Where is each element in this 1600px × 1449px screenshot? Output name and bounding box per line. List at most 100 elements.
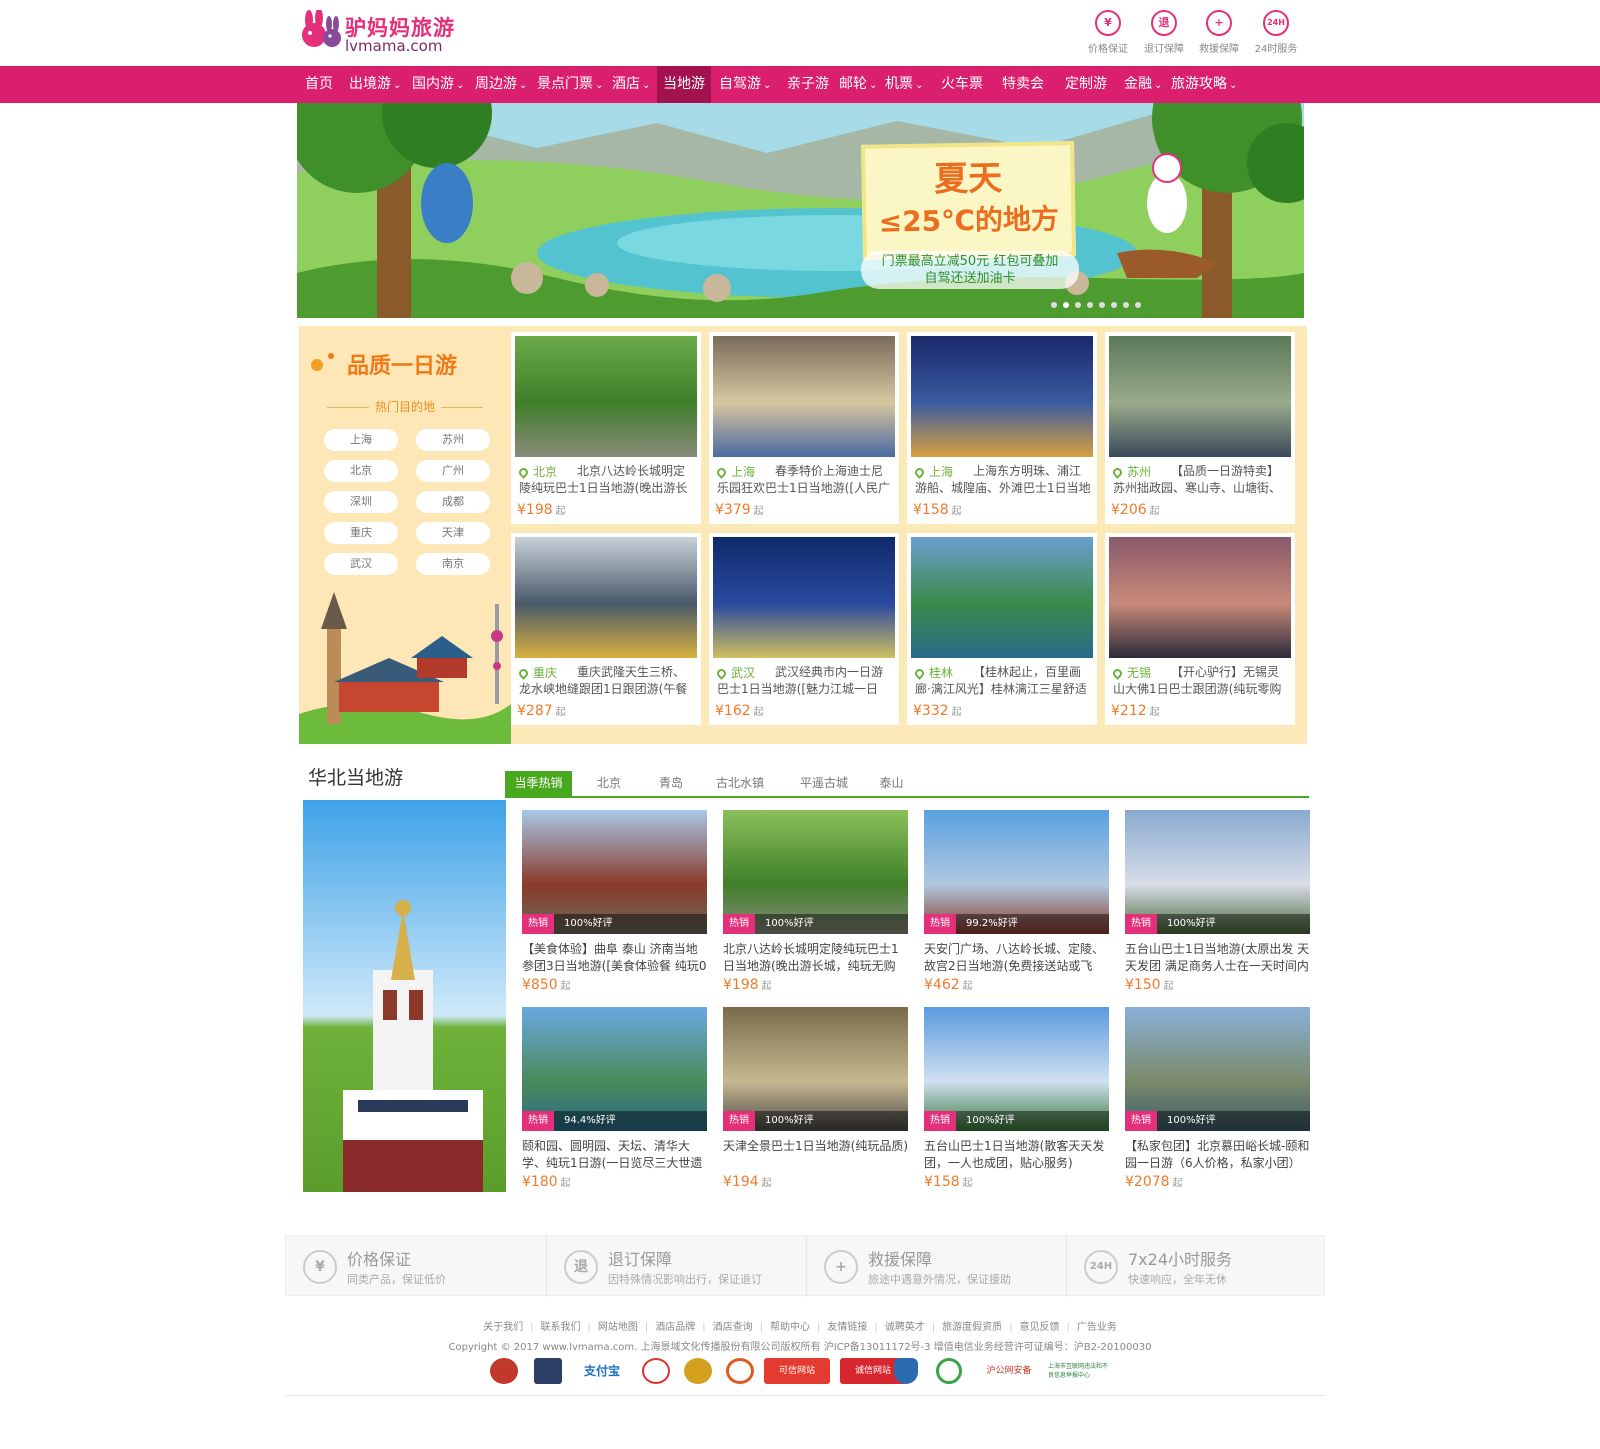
seal-badge[interactable] [642, 1358, 670, 1384]
tab-4[interactable]: 平遥古城 [789, 771, 859, 796]
nav-item-3[interactable]: 周边游 ⌄ [469, 66, 533, 103]
product-title[interactable]: 武汉经典市内一日游巴士1日当地游([魅力江城一日游]游 [717, 664, 893, 698]
city-button[interactable]: 武汉 [324, 553, 398, 575]
product-image[interactable] [1109, 336, 1291, 457]
nav-item-14[interactable]: 金融 ⌄ [1118, 66, 1168, 103]
product-title[interactable]: 上海东方明珠、浦江游船、城隍庙、外滩巴士1日当地游 [915, 463, 1091, 497]
carousel-dot[interactable] [1051, 302, 1057, 308]
footer-link[interactable]: 网站地图 [598, 1322, 638, 1333]
guarantee-item[interactable]: + 救援保障 旅途中遇意外情况，保证援助 [806, 1236, 1064, 1297]
product-title[interactable]: 北京八达岭长城明定陵纯玩巴士1日当地游(晚出游长城， [519, 463, 695, 497]
product-title[interactable]: 天安门广场、八达岭长城、定陵、故宫2日当地游(免费接送站或飞 [924, 941, 1109, 975]
footer-link[interactable]: 旅游度假资质 [942, 1322, 1002, 1333]
product-image[interactable] [713, 537, 895, 658]
footer-link[interactable]: 诚聘英才 [885, 1322, 925, 1333]
product-title[interactable]: 【开心驴行】无锡灵山大佛1日巴士跟团游(纯玩零购物， [1113, 664, 1289, 698]
guarantee-item[interactable]: 24H 7x24小时服务 快速响应，全年无休 [1066, 1236, 1324, 1297]
service-refund[interactable]: 退 退订保障 [1136, 10, 1192, 55]
nav-item-9[interactable]: 邮轮 ⌄ [833, 66, 883, 103]
product-card[interactable]: 热销 100%好评 天津全景巴士1日当地游(纯玩品质) ¥194 起 [723, 1007, 908, 1190]
footer-link[interactable]: 意见反馈 [1020, 1322, 1060, 1333]
footer-link[interactable]: 友情链接 [827, 1322, 867, 1333]
nav-item-10[interactable]: 机票 ⌄ [879, 66, 929, 103]
product-title[interactable]: 五台山巴士1日当地游(太原出发 天天发团 满足商务人士在一天时间内 [1125, 941, 1310, 975]
nav-item-0[interactable]: 首页 [299, 66, 339, 103]
city-button[interactable]: 深圳 [324, 491, 398, 513]
tab-1[interactable]: 北京 [584, 771, 634, 796]
nav-item-1[interactable]: 出境游 ⌄ [343, 66, 407, 103]
product-title[interactable]: 【桂林起止，百里画廊·漓江风光】桂林漓江三星舒适大游 [915, 664, 1091, 698]
city-button[interactable]: 苏州 [416, 429, 490, 451]
nav-item-12[interactable]: 特卖会 [996, 66, 1050, 103]
city-button[interactable]: 天津 [416, 522, 490, 544]
carousel-dot[interactable] [1123, 302, 1129, 308]
service-24h[interactable]: 24H 24时服务 [1248, 10, 1304, 55]
footer-link[interactable]: 关于我们 [483, 1322, 523, 1333]
product-card[interactable]: 热销 100%好评北京八达岭长城明定陵纯玩巴士1日当地游(晚出游长城，纯玩无购物)… [723, 810, 908, 993]
footer-link[interactable]: 帮助中心 [770, 1322, 810, 1333]
search-badge[interactable] [936, 1358, 962, 1384]
nav-item-8[interactable]: 亲子游 [781, 66, 835, 103]
product-title[interactable]: 重庆武隆天生三桥、龙水峡地缝跟团1日跟团游(午餐特别 [519, 664, 695, 698]
nav-item-15[interactable]: 旅游攻略 ⌄ [1165, 66, 1243, 103]
service-rescue[interactable]: + 救援保障 [1191, 10, 1247, 55]
oneday-card[interactable]: 上海春季特价上海迪士尼乐园狂欢巴士1日当地游([人民广场¥379起 [709, 332, 899, 524]
product-title[interactable]: 春季特价上海迪士尼乐园狂欢巴士1日当地游([人民广场 [717, 463, 893, 497]
carousel-dot[interactable] [1099, 302, 1105, 308]
product-image[interactable] [713, 336, 895, 457]
product-card[interactable]: 热销 94.4%好评 颐和园、圆明园、天坛、清华大学、纯玩1日游(一日览尽三大世遗 ¥… [522, 1007, 707, 1190]
footer-link[interactable]: 联系我们 [541, 1322, 581, 1333]
nav-item-6[interactable]: 当地游 [657, 66, 711, 103]
product-title[interactable]: 【私家包团】北京慕田峪长城-颐和园一日游（6人价格，私家小团） [1125, 1138, 1310, 1172]
carousel-dot[interactable] [1087, 302, 1093, 308]
product-card[interactable]: 热销 100%好评 【美食体验】曲阜 泰山 济南当地参团3日当地游([美食体验餐 纯… [522, 810, 707, 993]
service-price[interactable]: ¥ 价格保证 [1080, 10, 1136, 55]
footer-link[interactable]: 广告业务 [1077, 1322, 1117, 1333]
footer-link[interactable]: 酒店查询 [713, 1322, 753, 1333]
nav-item-13[interactable]: 定制游 [1059, 66, 1113, 103]
product-card[interactable]: 热销 100%好评 五台山巴士1日当地游(散客天天发团，一人也成团，贴心服务) ¥15… [924, 1007, 1109, 1190]
product-title[interactable]: 五台山巴士1日当地游(散客天天发团，一人也成团，贴心服务) [924, 1138, 1109, 1172]
product-image[interactable] [1109, 537, 1291, 658]
product-title[interactable]: 北京八达岭长城明定陵纯玩巴士1日当地游(晚出游长城，纯玩无购物) [723, 941, 908, 975]
huabei-side-image[interactable] [303, 800, 506, 1192]
carousel-dot[interactable] [1135, 302, 1141, 308]
alipay-badge[interactable]: 支付宝 [576, 1358, 628, 1384]
police-badge[interactable] [490, 1358, 518, 1384]
emblem-badge[interactable] [684, 1358, 712, 1384]
tab-0[interactable]: 当季热销 [505, 771, 572, 796]
product-image[interactable] [515, 537, 697, 658]
carousel-dot[interactable] [1063, 302, 1069, 308]
product-image[interactable] [911, 336, 1093, 457]
report-center-badge[interactable]: 上海市互联网违法和不良信息举报中心 [1048, 1358, 1110, 1384]
nav-item-7[interactable]: 自驾游 ⌄ [713, 66, 777, 103]
shield-badge[interactable] [894, 1358, 918, 1384]
city-button[interactable]: 广州 [416, 460, 490, 482]
product-title[interactable]: 【品质一日游特卖】苏州拙政园、寒山寺、山塘街、姑苏 [1113, 463, 1289, 497]
tab-2[interactable]: 青岛 [646, 771, 696, 796]
guarantee-item[interactable]: ¥ 价格保证 同类产品，保证低价 [286, 1236, 544, 1297]
tab-3[interactable]: 古北水镇 [705, 771, 775, 796]
nav-item-11[interactable]: 火车票 [935, 66, 989, 103]
product-image[interactable] [911, 537, 1093, 658]
oneday-card[interactable]: 重庆重庆武隆天生三桥、龙水峡地缝跟团1日跟团游(午餐特别¥287起 [511, 533, 701, 725]
credit-badge[interactable] [726, 1358, 754, 1384]
logo[interactable]: 驴妈妈旅游 lvmama.com [295, 6, 465, 56]
product-image[interactable] [515, 336, 697, 457]
carousel-dot[interactable] [1075, 302, 1081, 308]
network-badge[interactable] [534, 1358, 562, 1384]
nav-item-4[interactable]: 景点门票 ⌄ [531, 66, 609, 103]
nav-item-2[interactable]: 国内游 ⌄ [406, 66, 470, 103]
oneday-card[interactable]: 上海上海东方明珠、浦江游船、城隍庙、外滩巴士1日当地游¥158起 [907, 332, 1097, 524]
city-button[interactable]: 南京 [416, 553, 490, 575]
product-title[interactable]: 天津全景巴士1日当地游(纯玩品质) [723, 1138, 908, 1172]
city-button[interactable]: 重庆 [324, 522, 398, 544]
carousel-dot[interactable] [1111, 302, 1117, 308]
oneday-card[interactable]: 无锡【开心驴行】无锡灵山大佛1日巴士跟团游(纯玩零购物，¥212起 [1105, 533, 1295, 725]
oneday-card[interactable]: 桂林【桂林起止，百里画廊·漓江风光】桂林漓江三星舒适大游¥332起 [907, 533, 1097, 725]
hu-police-badge[interactable]: 沪公网安备 [978, 1358, 1040, 1384]
oneday-card[interactable]: 苏州【品质一日游特卖】苏州拙政园、寒山寺、山塘街、姑苏¥206起 [1105, 332, 1295, 524]
oneday-card[interactable]: 武汉武汉经典市内一日游巴士1日当地游([魅力江城一日游]游¥162起 [709, 533, 899, 725]
city-button[interactable]: 北京 [324, 460, 398, 482]
product-card[interactable]: 热销 100%好评 【私家包团】北京慕田峪长城-颐和园一日游（6人价格，私家小团） ¥… [1125, 1007, 1310, 1190]
